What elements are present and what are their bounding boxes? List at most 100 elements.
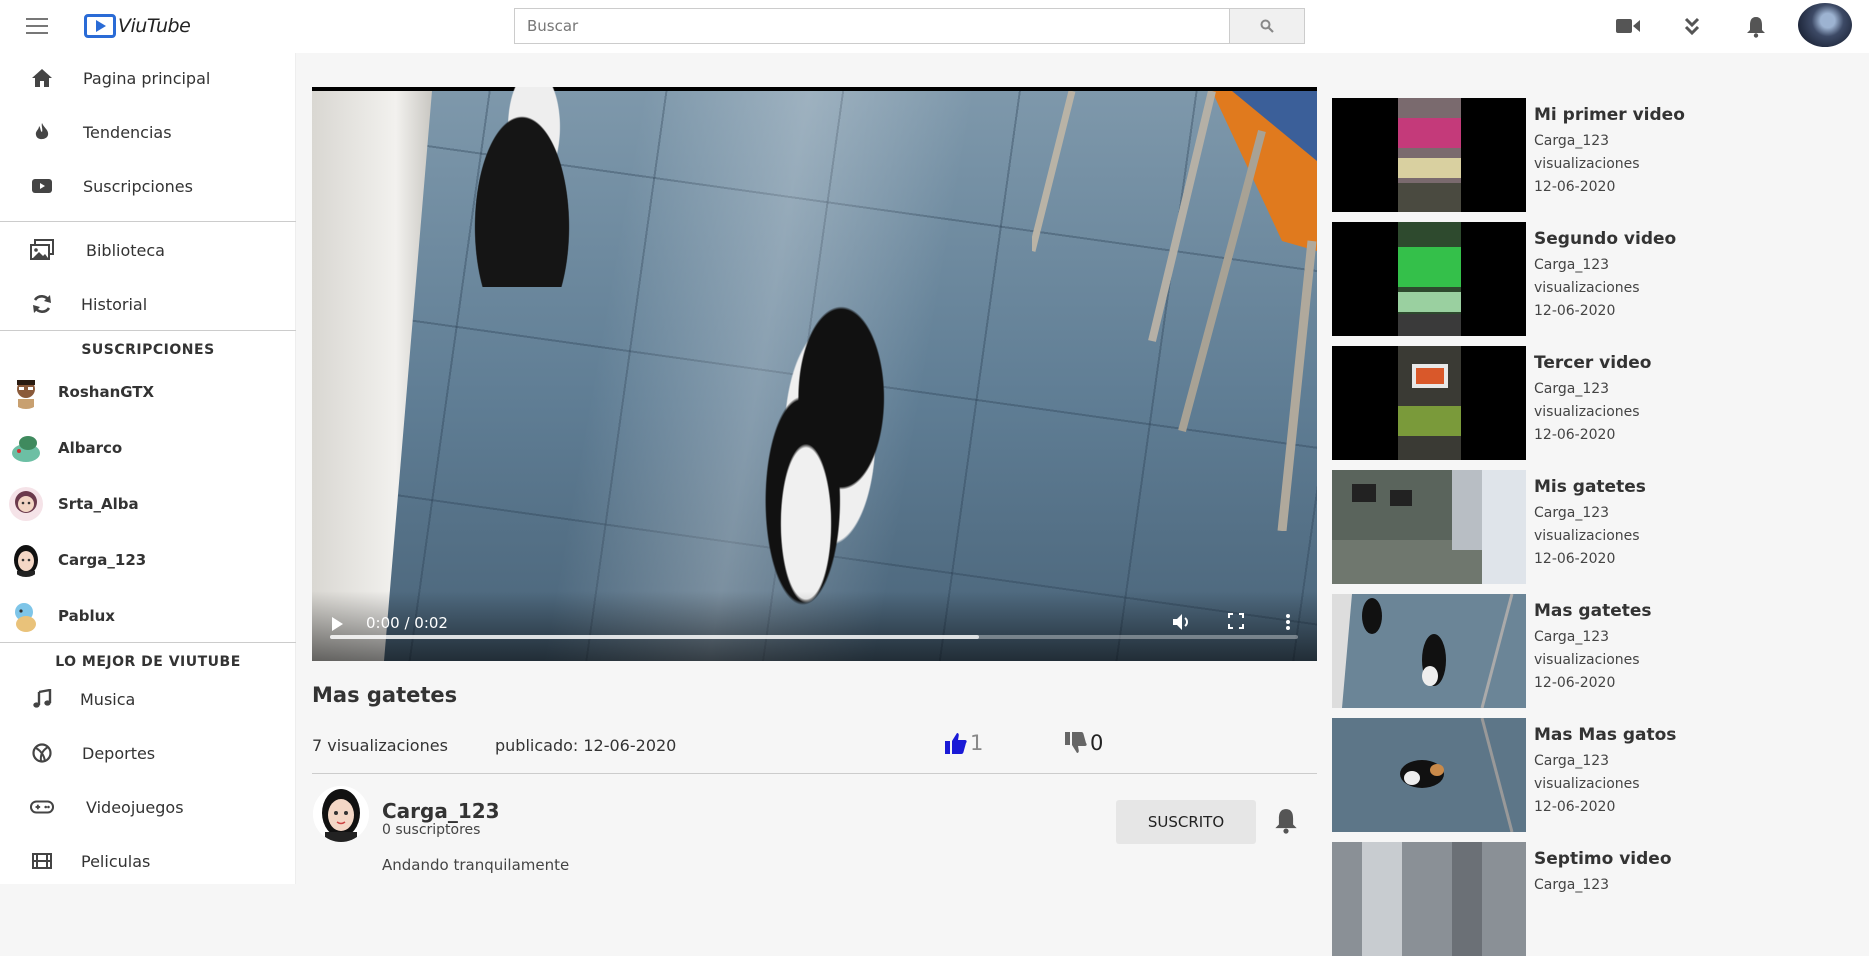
- subscription-name: Carga_123: [58, 551, 147, 569]
- like-button[interactable]: 1: [944, 731, 983, 755]
- sidebar-item-library[interactable]: Biblioteca: [0, 227, 296, 273]
- recommended-meta: Carga_123 visualizaciones 12-06-2020: [1534, 257, 1640, 319]
- channel-avatar[interactable]: [313, 786, 369, 842]
- subscription-item-carga-123[interactable]: Carga_123: [0, 535, 296, 585]
- user-avatar[interactable]: [1798, 3, 1852, 47]
- upload-video-icon[interactable]: [1616, 16, 1640, 36]
- recommended-meta: Carga_123 visualizaciones 12-06-2020: [1534, 133, 1640, 195]
- subscription-item-roshangtx[interactable]: RoshanGTX: [0, 367, 296, 417]
- recommended-title: Mas Mas gatos: [1534, 725, 1677, 745]
- subscriptions-icon: [30, 174, 54, 198]
- video-thumbnail: [1332, 718, 1526, 832]
- video-description: Andando tranquilamente: [382, 856, 570, 874]
- thumbs-up-icon: [945, 733, 967, 754]
- view-count: 7 visualizaciones: [312, 736, 448, 755]
- search-button[interactable]: [1229, 8, 1305, 44]
- publish-date: publicado: 12-06-2020: [495, 736, 677, 755]
- sidebar-item-label: Tendencias: [83, 122, 172, 142]
- home-icon: [30, 66, 54, 90]
- sidebar-item-history[interactable]: Historial: [0, 281, 296, 327]
- chair-image: [1032, 91, 1317, 531]
- progress-bar[interactable]: [330, 635, 1298, 639]
- sidebar-item-label: Musica: [80, 689, 136, 709]
- top-bar: ViuTube: [0, 0, 1869, 53]
- video-title: Mas gatetes: [312, 683, 458, 707]
- subscribe-button[interactable]: SUSCRITO: [1116, 800, 1256, 844]
- recommended-meta: Carga_123 visualizaciones 12-06-2020: [1534, 753, 1640, 815]
- fullscreen-icon[interactable]: [1228, 613, 1244, 629]
- sidebar-divider: [0, 330, 296, 331]
- gamepad-icon: [30, 795, 54, 819]
- best-of-heading: LO MEJOR DE VIUTUBE: [55, 654, 241, 670]
- subscription-item-pablux[interactable]: Pablux: [0, 591, 296, 641]
- recommended-video[interactable]: Septimo video Carga_123: [1332, 842, 1852, 956]
- subscription-item-srta-alba[interactable]: Srta_Alba: [0, 479, 296, 529]
- video-thumbnail: [1332, 98, 1526, 212]
- player-controls: 0:00 / 0:02: [312, 591, 1317, 661]
- recommended-title: Mis gatetes: [1534, 477, 1646, 497]
- logo[interactable]: ViuTube: [84, 12, 191, 40]
- recommended-video[interactable]: Tercer video Carga_123 visualizaciones 12-…: [1332, 346, 1852, 460]
- double-chevron-down-icon[interactable]: [1684, 16, 1700, 36]
- search-bar: [514, 8, 1305, 44]
- bell-icon[interactable]: [1746, 16, 1766, 38]
- sidebar-divider: [0, 642, 296, 643]
- search-icon: [1260, 19, 1274, 33]
- menu-icon[interactable]: [26, 18, 48, 36]
- recommended-title: Mas gatetes: [1534, 601, 1652, 621]
- search-input[interactable]: [514, 8, 1229, 44]
- sidebar-item-movies[interactable]: Peliculas: [0, 838, 296, 884]
- notification-bell-icon[interactable]: [1274, 808, 1298, 834]
- sidebar-item-label: Pagina principal: [83, 68, 211, 88]
- divider: [312, 773, 1317, 774]
- sidebar-item-music[interactable]: Musica: [0, 676, 296, 722]
- recommended-video[interactable]: Segundo video Carga_123 visualizaciones 12…: [1332, 222, 1852, 336]
- recommended-title: Tercer video: [1534, 353, 1652, 373]
- video-thumbnail: [1332, 842, 1526, 956]
- subscriptions-heading: SUSCRIPCIONES: [81, 342, 215, 358]
- recommended-meta: Carga_123 visualizaciones 12-06-2020: [1534, 505, 1640, 567]
- sidebar-item-sports[interactable]: Deportes: [0, 730, 296, 776]
- dislike-button[interactable]: 0: [1064, 731, 1103, 755]
- sidebar-item-gaming[interactable]: Videojuegos: [0, 784, 296, 830]
- volume-icon[interactable]: [1172, 613, 1192, 631]
- play-logo-icon: [84, 14, 116, 38]
- subscription-name: RoshanGTX: [58, 383, 155, 401]
- video-player[interactable]: 0:00 / 0:02: [312, 87, 1317, 661]
- flame-icon: [30, 120, 54, 144]
- sidebar-item-trending[interactable]: Tendencias: [0, 109, 296, 155]
- sidebar-item-label: Videojuegos: [86, 797, 184, 817]
- avatar: [9, 543, 43, 577]
- sidebar-item-subscriptions[interactable]: Suscripciones: [0, 163, 296, 209]
- video-thumbnail: [1332, 346, 1526, 460]
- recommended-video[interactable]: Mis gatetes Carga_123 visualizaciones 12-0…: [1332, 470, 1852, 584]
- sidebar-item-label: Peliculas: [81, 851, 151, 871]
- channel-name[interactable]: Carga_123: [382, 799, 500, 823]
- recommended-title: Segundo video: [1534, 229, 1677, 249]
- recommended-video[interactable]: Mas gatetes Carga_123 visualizaciones 12-0…: [1332, 594, 1852, 708]
- subscriber-count: 0 suscriptores: [382, 822, 481, 838]
- more-options-icon[interactable]: [1285, 613, 1291, 631]
- recommended-video[interactable]: Mas Mas gatos Carga_123 visualizaciones 12…: [1332, 718, 1852, 832]
- player-time: 0:00 / 0:02: [366, 614, 448, 632]
- sidebar-item-label: Deportes: [82, 743, 156, 763]
- thumbs-down-icon: [1065, 732, 1087, 753]
- cat-image: [462, 87, 582, 287]
- subscription-name: Pablux: [58, 607, 115, 625]
- sports-icon: [30, 741, 54, 765]
- sidebar-item-label: Biblioteca: [86, 240, 165, 260]
- video-thumbnail: [1332, 594, 1526, 708]
- sidebar-divider: [0, 221, 296, 222]
- recommended-meta: Carga_123: [1534, 877, 1610, 893]
- subscription-item-albarco[interactable]: Albarco: [0, 423, 296, 473]
- dislike-count: 0: [1090, 731, 1104, 755]
- recommended-title: Septimo video: [1534, 849, 1672, 869]
- sidebar-item-home[interactable]: Pagina principal: [0, 55, 296, 101]
- avatar: [9, 599, 43, 633]
- progress-bar-fill: [330, 635, 979, 639]
- sidebar-item-label: Suscripciones: [83, 176, 193, 196]
- play-icon[interactable]: [332, 617, 343, 631]
- sidebar-item-label: Historial: [81, 294, 148, 314]
- film-icon: [30, 849, 54, 873]
- recommended-video[interactable]: Mi primer video Carga_123 visualizaciones…: [1332, 98, 1852, 212]
